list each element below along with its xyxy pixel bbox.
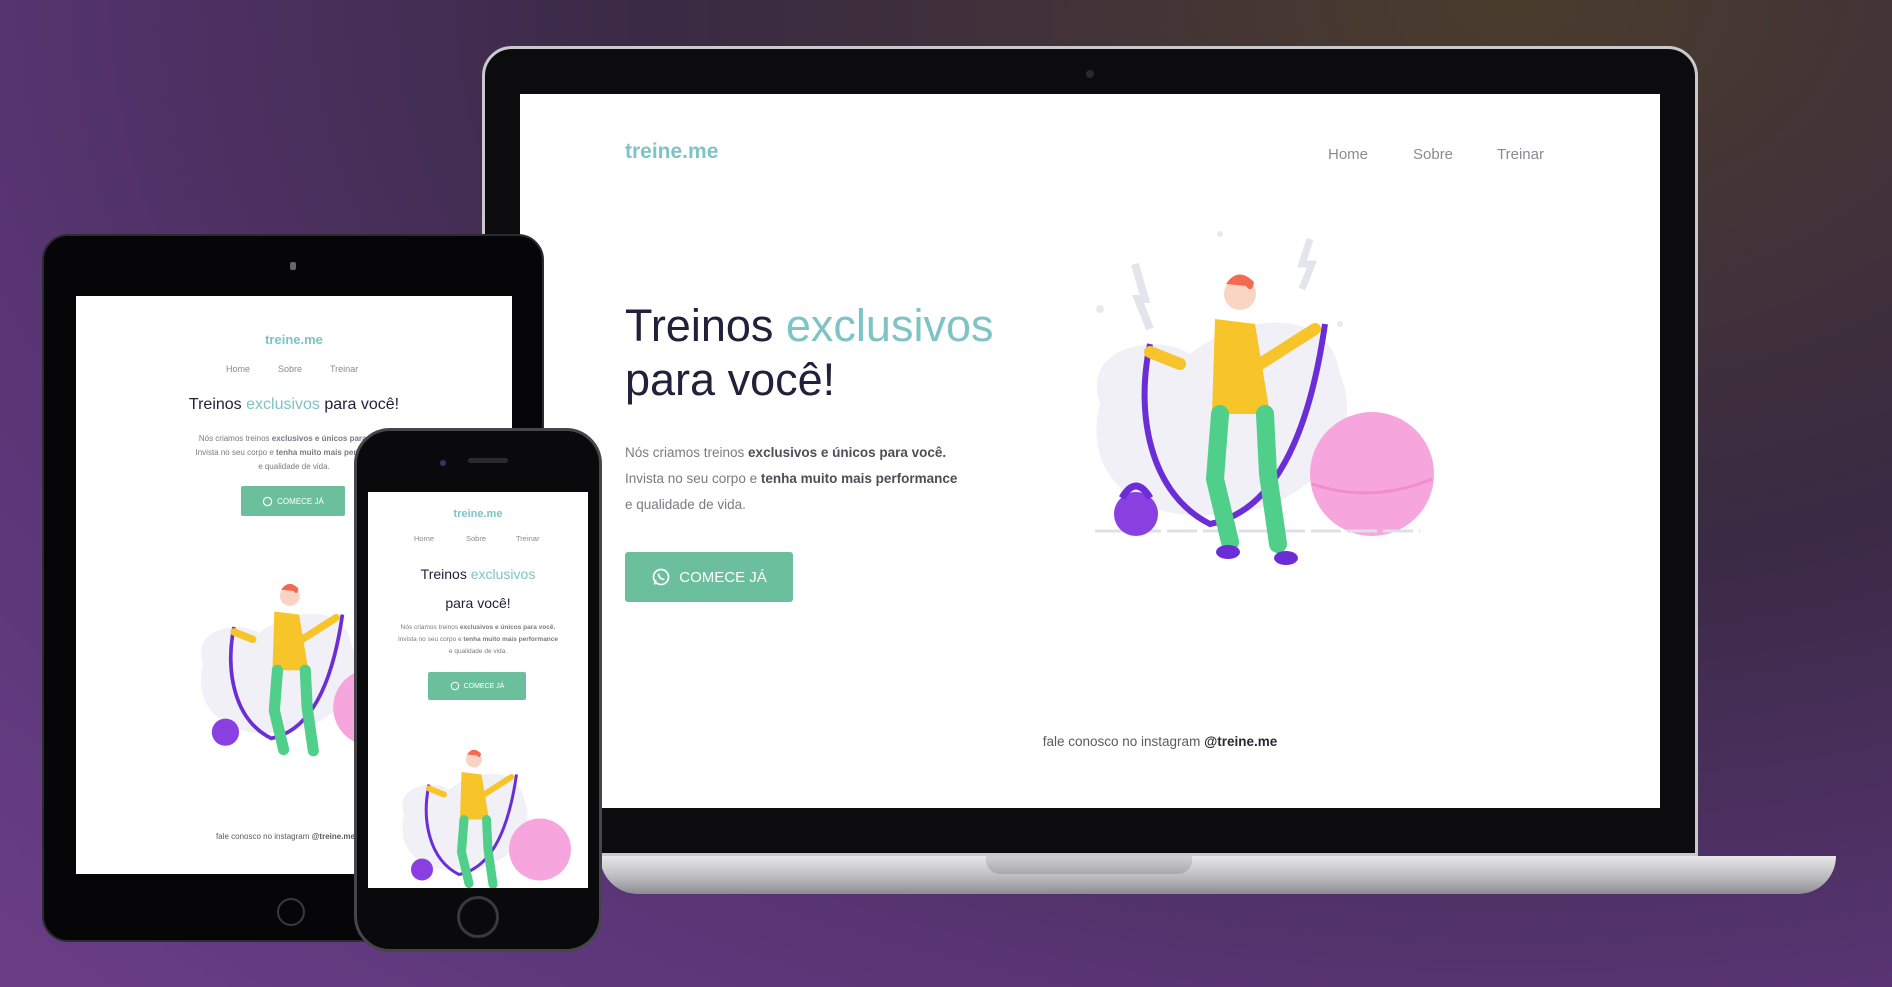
tablet-hero-title: Treinos exclusivos para você! [188,396,400,413]
whatsapp-icon [262,496,273,506]
phone-nav-treinar[interactable]: Treinar [516,534,539,543]
phone-logo[interactable]: treine.me [368,508,588,520]
hero-description: Nós criamos treinos exclusivos e únicos … [625,445,958,512]
phone-fitness-illustration [402,749,571,888]
cta-button[interactable]: COMECE JÁ [625,552,793,602]
phone-hero-title: Treinos exclusivos para você! [420,566,536,611]
phone-home-button[interactable] [457,896,499,938]
tablet-nav-home[interactable]: Home [226,364,250,374]
phone-nav-home[interactable]: Home [414,534,434,543]
whatsapp-icon [652,568,670,586]
phone-hero-description: Nós criamos treinos exclusivos e únicos … [397,624,559,655]
tablet-nav-sobre[interactable]: Sobre [278,364,302,374]
tablet-camera [290,262,296,270]
laptop-screen: treine.me Home Sobre Treinar Treinos exc… [520,94,1660,808]
laptop-camera [1086,70,1094,78]
nav-treinar[interactable]: Treinar [1497,146,1544,163]
phone-camera [440,460,446,466]
tablet-footer-instagram: fale conosco no instagram @treine.me [216,832,355,841]
footer-instagram: fale conosco no instagram @treine.me [1042,734,1278,749]
phone-cta-button[interactable]: COMECE JÁ [428,672,526,700]
nav-sobre[interactable]: Sobre [1413,146,1453,163]
tablet-cta-button[interactable]: COMECE JÁ [241,486,345,516]
laptop-notch [986,856,1192,874]
site-logo[interactable]: treine.me [625,140,718,164]
instagram-link[interactable]: @treine.me [1204,734,1277,749]
tablet-nav-treinar[interactable]: Treinar [330,364,358,374]
nav-home[interactable]: Home [1328,146,1368,163]
phone-screen: treine.me Home Sobre Treinar Treinos exc… [368,492,588,888]
phone-speaker [468,458,508,463]
phone-nav-sobre[interactable]: Sobre [466,534,486,543]
whatsapp-icon [450,681,459,691]
tablet-home-button[interactable] [277,898,305,926]
tablet-logo[interactable]: treine.me [76,332,512,347]
fitness-illustration [1095,231,1434,565]
laptop-base [600,856,1836,894]
